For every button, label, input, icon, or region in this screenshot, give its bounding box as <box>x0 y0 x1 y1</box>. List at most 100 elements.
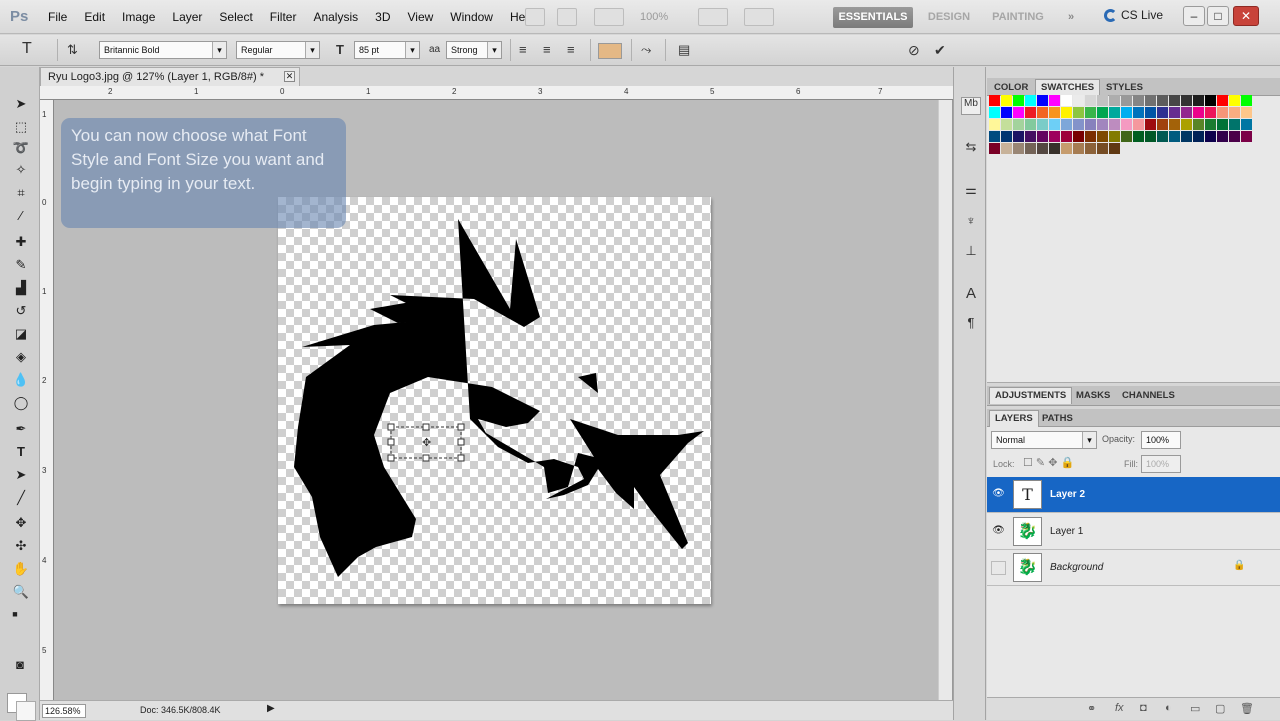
color-swatch[interactable] <box>1097 95 1108 106</box>
layer-row-background[interactable]: 🐉 Background 🔒 <box>987 550 1280 586</box>
lock-options-icon[interactable]: ☐ ✎ ✥ 🔒 <box>1023 456 1074 469</box>
align-left-icon[interactable]: ≡ <box>519 42 527 57</box>
healing-brush-tool-icon[interactable]: ✚ <box>10 232 32 252</box>
adjustments-panel-icon[interactable]: ⚌ <box>961 182 981 200</box>
color-swatch[interactable] <box>1121 95 1132 106</box>
color-swatch[interactable] <box>1025 131 1036 142</box>
color-swatch[interactable] <box>1169 119 1180 130</box>
document-tab[interactable]: Ryu Logo3.jpg @ 127% (Layer 1, RGB/8#) * <box>40 67 300 86</box>
color-swatch[interactable] <box>1109 107 1120 118</box>
type-tool-icon[interactable]: T <box>22 40 32 58</box>
fill-field[interactable]: 100% <box>1141 455 1181 473</box>
color-swatch[interactable] <box>1073 95 1084 106</box>
color-swatch[interactable] <box>1181 131 1192 142</box>
layer-row-layer-1[interactable]: 👁 🐉 Layer 1 <box>987 514 1280 550</box>
arrange-documents-icon[interactable] <box>698 8 728 26</box>
color-swatch[interactable] <box>1205 107 1216 118</box>
clone-stamp-tool-icon[interactable]: ▟ <box>10 278 32 298</box>
color-swatch[interactable] <box>1193 119 1204 130</box>
tab-layers[interactable]: LAYERS <box>989 410 1039 427</box>
color-swatch[interactable] <box>1001 131 1012 142</box>
color-swatch[interactable] <box>1229 95 1240 106</box>
color-swatch[interactable] <box>1013 143 1024 154</box>
add-mask-icon[interactable]: ◘ <box>1140 702 1147 714</box>
color-swatch[interactable] <box>1181 107 1192 118</box>
eyedropper-tool-icon[interactable]: ⁄ <box>10 206 32 226</box>
color-swatch[interactable] <box>1205 119 1216 130</box>
menu-analysis[interactable]: Analysis <box>313 10 367 24</box>
3d-orbit-tool-icon[interactable]: ✣ <box>10 536 32 556</box>
align-center-icon[interactable]: ≡ <box>543 42 551 57</box>
color-swatch[interactable] <box>1085 143 1096 154</box>
color-swatch[interactable] <box>1241 95 1252 106</box>
color-swatch[interactable] <box>1049 131 1060 142</box>
color-swatch[interactable] <box>1133 119 1144 130</box>
color-swatch[interactable] <box>1037 119 1048 130</box>
opacity-field[interactable]: 100% <box>1141 431 1181 449</box>
close-icon[interactable]: ✕ <box>284 71 295 82</box>
color-swatch[interactable] <box>1097 131 1108 142</box>
clone-source-panel-icon[interactable]: ♆ <box>961 213 981 231</box>
history-brush-tool-icon[interactable]: ↺ <box>10 301 32 321</box>
blur-tool-icon[interactable]: 💧 <box>10 370 32 390</box>
color-swatch[interactable] <box>1013 95 1024 106</box>
color-swatch[interactable] <box>1145 95 1156 106</box>
color-swatch[interactable] <box>1013 107 1024 118</box>
color-swatch[interactable] <box>1085 107 1096 118</box>
font-size-select[interactable]: 85 pt ▾ <box>354 41 420 59</box>
color-swatch[interactable] <box>1217 119 1228 130</box>
color-swatch[interactable] <box>1133 95 1144 106</box>
color-swatch[interactable] <box>1061 143 1072 154</box>
lasso-tool-icon[interactable]: ➰ <box>10 138 32 158</box>
tab-masks[interactable]: MASKS <box>1071 388 1115 403</box>
paint-bucket-tool-icon[interactable]: ◈ <box>10 347 32 367</box>
layer-row-layer-2[interactable]: 👁 T Layer 2 <box>987 477 1280 513</box>
pen-tool-icon[interactable]: ✒ <box>10 419 32 439</box>
font-family-select[interactable]: Britannic Bold ▾ <box>99 41 227 59</box>
color-swatch[interactable] <box>1025 95 1036 106</box>
color-swatch[interactable] <box>1145 131 1156 142</box>
cancel-edit-icon[interactable]: ⊘ <box>908 42 920 59</box>
cs-live-button[interactable]: CS Live <box>1104 8 1163 22</box>
visibility-icon[interactable]: 👁 <box>991 525 1006 539</box>
layer-name[interactable]: Layer 2 <box>1050 489 1085 500</box>
visibility-icon[interactable] <box>991 561 1006 575</box>
color-swatch[interactable] <box>1133 131 1144 142</box>
color-swatch[interactable] <box>1229 107 1240 118</box>
color-swatch[interactable] <box>1229 131 1240 142</box>
color-swatch[interactable] <box>1145 119 1156 130</box>
paragraph-panel-icon[interactable]: ¶ <box>961 315 981 333</box>
workspace-essentials-button[interactable]: ESSENTIALS <box>833 7 913 28</box>
character-panel-icon[interactable]: A <box>961 285 981 303</box>
color-swatch[interactable] <box>1205 95 1216 106</box>
restore-button[interactable]: □ <box>1207 6 1229 26</box>
color-swatch[interactable] <box>1085 131 1096 142</box>
tab-paths[interactable]: PATHS <box>1037 411 1078 426</box>
font-style-select[interactable]: Regular ▾ <box>236 41 320 59</box>
dodge-tool-icon[interactable]: ◯ <box>10 393 32 413</box>
text-orientation-icon[interactable]: ⇅ <box>67 42 78 58</box>
link-layers-icon[interactable]: ⚭ <box>1087 702 1096 715</box>
color-swatch[interactable] <box>1217 131 1228 142</box>
color-swatch[interactable] <box>1121 119 1132 130</box>
color-swatch[interactable] <box>1037 131 1048 142</box>
type-tool-icon[interactable]: T <box>10 442 32 462</box>
zoom-tool-icon[interactable]: 🔍 <box>10 582 32 602</box>
menu-layer[interactable]: Layer <box>172 10 211 24</box>
color-swatch[interactable] <box>1169 95 1180 106</box>
workspace-more-button[interactable]: » <box>1062 7 1080 28</box>
line-tool-icon[interactable]: ╱ <box>10 488 32 508</box>
color-swatch[interactable] <box>1241 131 1252 142</box>
move-tool-icon[interactable]: ➤ <box>10 94 32 114</box>
color-swatch[interactable] <box>1013 119 1024 130</box>
color-swatch[interactable] <box>1097 143 1108 154</box>
bridge-icon[interactable] <box>525 8 545 26</box>
color-swatch[interactable] <box>989 95 1000 106</box>
menu-select[interactable]: Select <box>219 10 261 24</box>
menu-view[interactable]: View <box>407 10 442 24</box>
tab-styles[interactable]: STYLES <box>1101 80 1148 95</box>
color-swatch[interactable] <box>1037 95 1048 106</box>
color-swatch[interactable] <box>1001 95 1012 106</box>
color-swatch[interactable] <box>1241 107 1252 118</box>
horizontal-ruler[interactable]: 2 1 0 1 2 3 4 5 6 7 <box>40 86 953 100</box>
